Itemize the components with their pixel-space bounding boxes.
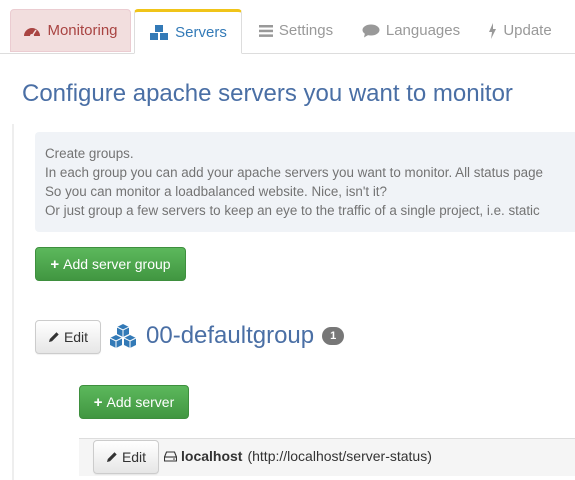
tab-servers[interactable]: Servers bbox=[134, 9, 242, 54]
tab-label: Servers bbox=[175, 24, 227, 41]
tab-monitoring[interactable]: Monitoring bbox=[10, 9, 131, 52]
edit-group-button[interactable]: Edit bbox=[35, 320, 101, 354]
server-host: localhost bbox=[181, 448, 243, 464]
nav-tabs: Monitoring Servers Settings Languages Up… bbox=[0, 0, 575, 54]
button-label: Edit bbox=[63, 329, 89, 345]
group-header: 00-defaultgroup 1 bbox=[108, 319, 345, 353]
divider bbox=[12, 124, 14, 480]
hdd-icon bbox=[164, 450, 177, 462]
cubes-icon bbox=[108, 323, 138, 349]
info-box: Create groups. In each group you can add… bbox=[35, 132, 575, 232]
button-label: Add server bbox=[106, 394, 175, 410]
button-label: Add server group bbox=[63, 256, 171, 272]
list-icon bbox=[258, 24, 273, 37]
pencil-icon bbox=[106, 451, 118, 463]
button-label: Edit bbox=[121, 449, 147, 465]
tab-label: Languages bbox=[385, 22, 461, 39]
dashboard-icon bbox=[23, 24, 41, 38]
tab-label: Settings bbox=[278, 22, 334, 39]
cubes-icon bbox=[149, 24, 169, 41]
tab-label: Monitoring bbox=[47, 22, 118, 39]
tab-update[interactable]: Update bbox=[488, 9, 552, 52]
server-count-badge: 1 bbox=[322, 327, 345, 345]
group-name: 00-defaultgroup bbox=[146, 322, 315, 349]
bolt-icon bbox=[488, 22, 497, 39]
add-server-button[interactable]: + Add server bbox=[79, 385, 189, 419]
tab-settings[interactable]: Settings bbox=[258, 9, 334, 52]
info-line: So you can monitor a loadbalanced websit… bbox=[45, 184, 387, 199]
plus-icon: + bbox=[93, 393, 103, 411]
edit-server-button[interactable]: Edit bbox=[93, 440, 159, 474]
server-url: (http://localhost/server-status) bbox=[247, 448, 432, 464]
info-line: In each group you can add your apache se… bbox=[45, 165, 543, 180]
info-line: Or just group a few servers to keep an e… bbox=[45, 203, 540, 218]
tab-label: Update bbox=[503, 22, 552, 39]
page-title: Configure apache servers you want to mon… bbox=[22, 80, 513, 107]
speech-bubble-icon bbox=[362, 24, 380, 38]
add-server-group-button[interactable]: + Add server group bbox=[35, 247, 186, 281]
server-info: localhost (http://localhost/server-statu… bbox=[164, 448, 432, 464]
server-row: Edit localhost (http://localhost/server-… bbox=[79, 438, 575, 476]
tab-languages[interactable]: Languages bbox=[362, 9, 461, 52]
info-line: Create groups. bbox=[45, 146, 134, 161]
pencil-icon bbox=[48, 331, 60, 343]
plus-icon: + bbox=[50, 255, 60, 273]
